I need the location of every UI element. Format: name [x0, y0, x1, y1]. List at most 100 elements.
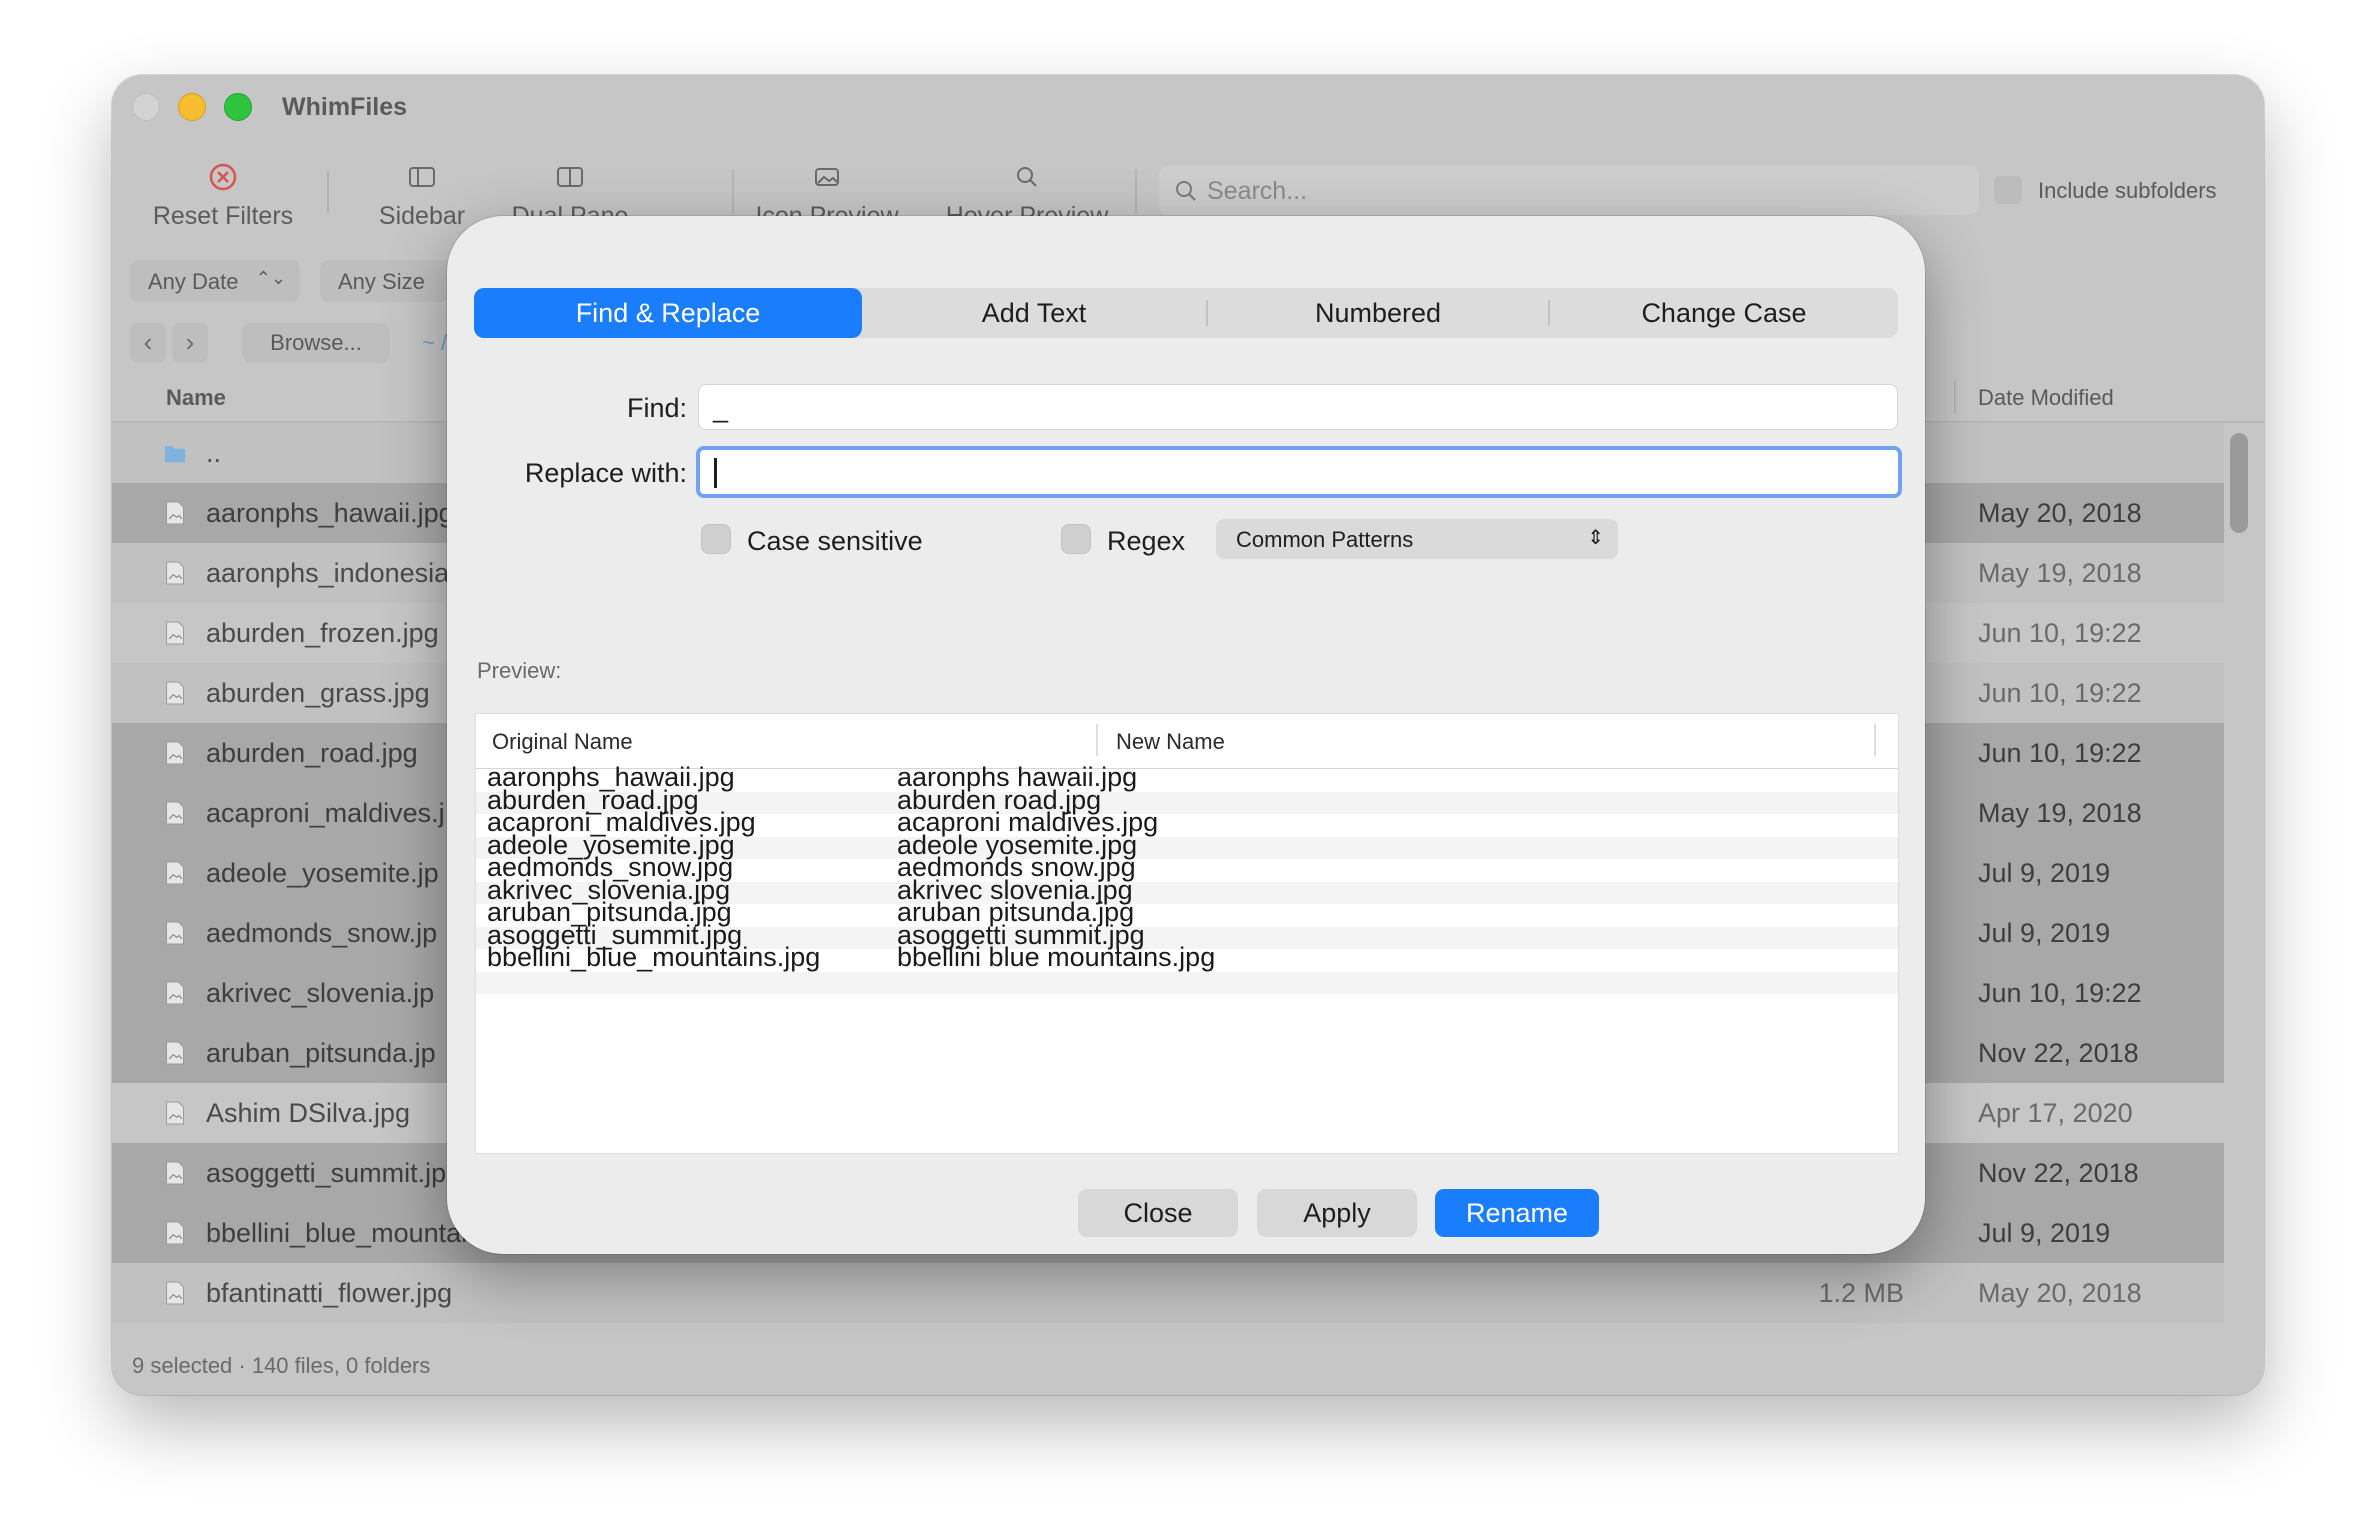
- image-file-icon: [166, 621, 184, 645]
- back-button[interactable]: ‹: [130, 323, 166, 363]
- reset-circle-x-icon: [209, 163, 237, 191]
- file-name: Ashim DSilva.jpg: [206, 1098, 411, 1128]
- rename-button[interactable]: Rename: [1435, 1189, 1599, 1237]
- file-name: aburden_road.jpg: [206, 738, 418, 768]
- file-date-modified: Apr 17, 2020: [1978, 1098, 2133, 1128]
- tab-change-case[interactable]: Change Case: [1550, 288, 1898, 338]
- common-patterns-label: Common Patterns: [1236, 527, 1414, 552]
- photo-icon: [815, 168, 839, 186]
- common-patterns-popup[interactable]: Common Patterns ⇕: [1216, 519, 1618, 559]
- preview-row: [476, 971, 1898, 994]
- column-divider: [1954, 381, 1956, 413]
- image-file-icon: [166, 1161, 184, 1185]
- search-placeholder: Search...: [1207, 177, 1308, 205]
- search-field[interactable]: Search...: [1159, 165, 1979, 215]
- file-date-modified: May 19, 2018: [1978, 798, 2142, 828]
- sidebar-toggle-button[interactable]: Sidebar: [352, 160, 492, 230]
- column-name[interactable]: Name: [166, 385, 226, 411]
- rename-mode-tabs: Find & Replace Add Text Numbered Change …: [474, 288, 1898, 338]
- file-row[interactable]: bfantinatti_flower.jpg 1.2 MB May 20, 2018: [112, 1263, 2224, 1323]
- image-file-icon: [166, 1221, 184, 1245]
- include-subfolders-checkbox[interactable]: [1994, 176, 2022, 204]
- file-name: adeole_yosemite.jp: [206, 858, 439, 888]
- preview-table: Original Name New Name aaronphs_hawaii.j…: [475, 713, 1899, 1154]
- file-date-modified: Jul 9, 2019: [1978, 858, 2111, 888]
- search-icon: [1176, 181, 1196, 201]
- scrollbar-thumb[interactable]: [2230, 433, 2248, 533]
- toolbar-divider: [732, 170, 734, 214]
- window-title: WhimFiles: [282, 93, 408, 121]
- image-file-icon: [166, 801, 184, 825]
- file-name: bbellini_blue_mountai: [206, 1218, 468, 1248]
- image-file-icon: [166, 741, 184, 765]
- date-filter-popup[interactable]: Any Date ⌃⌄: [130, 260, 300, 302]
- browse-button[interactable]: Browse...: [242, 323, 390, 363]
- file-name: aruban_pitsunda.jp: [206, 1038, 436, 1068]
- regex-checkbox[interactable]: [1061, 524, 1091, 554]
- replace-input[interactable]: [696, 446, 1902, 498]
- file-date-modified: May 20, 2018: [1978, 1278, 2142, 1308]
- tab-add-text[interactable]: Add Text: [862, 288, 1206, 338]
- close-button[interactable]: Close: [1078, 1189, 1238, 1237]
- file-date-modified: Nov 22, 2018: [1978, 1038, 2139, 1068]
- image-file-icon: [166, 981, 184, 1005]
- file-name: aaronphs_hawaii.jpg: [206, 498, 454, 528]
- preview-table-header: Original Name New Name: [476, 714, 1898, 769]
- status-bar: 9 selected · 140 files, 0 folders: [132, 1353, 431, 1378]
- column-divider: [1874, 724, 1876, 756]
- titlebar: WhimFiles: [112, 75, 2264, 135]
- file-date-modified: Jun 10, 19:22: [1978, 678, 2142, 708]
- column-new-name: New Name: [1116, 729, 1225, 754]
- close-window-button[interactable]: [132, 93, 160, 121]
- file-name: aedmonds_snow.jp: [206, 918, 438, 948]
- preview-row: [476, 994, 1898, 1017]
- reset-filters-button[interactable]: Reset Filters: [148, 160, 298, 230]
- image-file-icon: [166, 561, 184, 585]
- file-date-modified: Jul 9, 2019: [1978, 1218, 2111, 1248]
- column-original-name: Original Name: [492, 729, 633, 754]
- preview-original-name: bbellini_blue_mountains.jpg: [487, 942, 821, 972]
- minimize-window-button[interactable]: [178, 93, 206, 121]
- date-filter-value: Any Date: [148, 269, 239, 294]
- file-size: 1.2 MB: [1818, 1278, 1904, 1308]
- file-name: ..: [206, 438, 222, 468]
- preview-new-name: bbellini blue mountains.jpg: [897, 942, 1216, 972]
- find-input[interactable]: _: [698, 384, 1898, 430]
- file-name: aburden_frozen.jpg: [206, 618, 439, 648]
- image-file-icon: [166, 861, 184, 885]
- file-date-modified: Jun 10, 19:22: [1978, 738, 2142, 768]
- file-name: aburden_grass.jpg: [206, 678, 430, 708]
- image-file-icon: [166, 1281, 184, 1305]
- file-date-modified: May 19, 2018: [1978, 558, 2142, 588]
- apply-button[interactable]: Apply: [1257, 1189, 1417, 1237]
- file-date-modified: Nov 22, 2018: [1978, 1158, 2139, 1188]
- preview-label: Preview:: [477, 658, 562, 683]
- image-file-icon: [166, 681, 184, 705]
- column-date-modified[interactable]: Date Modified: [1978, 385, 2114, 411]
- rename-dialog: Find & Replace Add Text Numbered Change …: [447, 216, 1925, 1254]
- include-subfolders-label: Include subfolders: [2038, 178, 2217, 203]
- toolbar-divider: [327, 170, 329, 214]
- zoom-window-button[interactable]: [224, 93, 252, 121]
- size-filter-value: Any Size: [338, 269, 425, 294]
- file-date-modified: Jun 10, 19:22: [1978, 618, 2142, 648]
- size-filter-popup[interactable]: Any Size: [320, 260, 450, 302]
- tab-numbered[interactable]: Numbered: [1208, 288, 1548, 338]
- image-file-icon: [166, 1041, 184, 1065]
- case-sensitive-label: Case sensitive: [747, 526, 923, 556]
- file-date-modified: May 20, 2018: [1978, 498, 2142, 528]
- sidebar-label: Sidebar: [378, 202, 466, 230]
- preview-row: bbellini_blue_mountains.jpg bbellini blue…: [476, 942, 1898, 972]
- toolbar-divider: [1135, 170, 1137, 214]
- chevron-updown-icon: ⌃⌄: [255, 268, 286, 288]
- folder-icon: [164, 446, 186, 463]
- find-label: Find:: [626, 393, 687, 423]
- forward-button[interactable]: ›: [172, 323, 208, 363]
- case-sensitive-checkbox[interactable]: [701, 524, 731, 554]
- file-name: acaproni_maldives.j: [206, 798, 445, 828]
- file-name: bfantinatti_flower.jpg: [206, 1278, 453, 1308]
- magnifier-icon: [1017, 167, 1037, 187]
- tab-find-replace[interactable]: Find & Replace: [474, 288, 862, 338]
- image-file-icon: [166, 501, 184, 525]
- sidebar-icon: [409, 167, 435, 187]
